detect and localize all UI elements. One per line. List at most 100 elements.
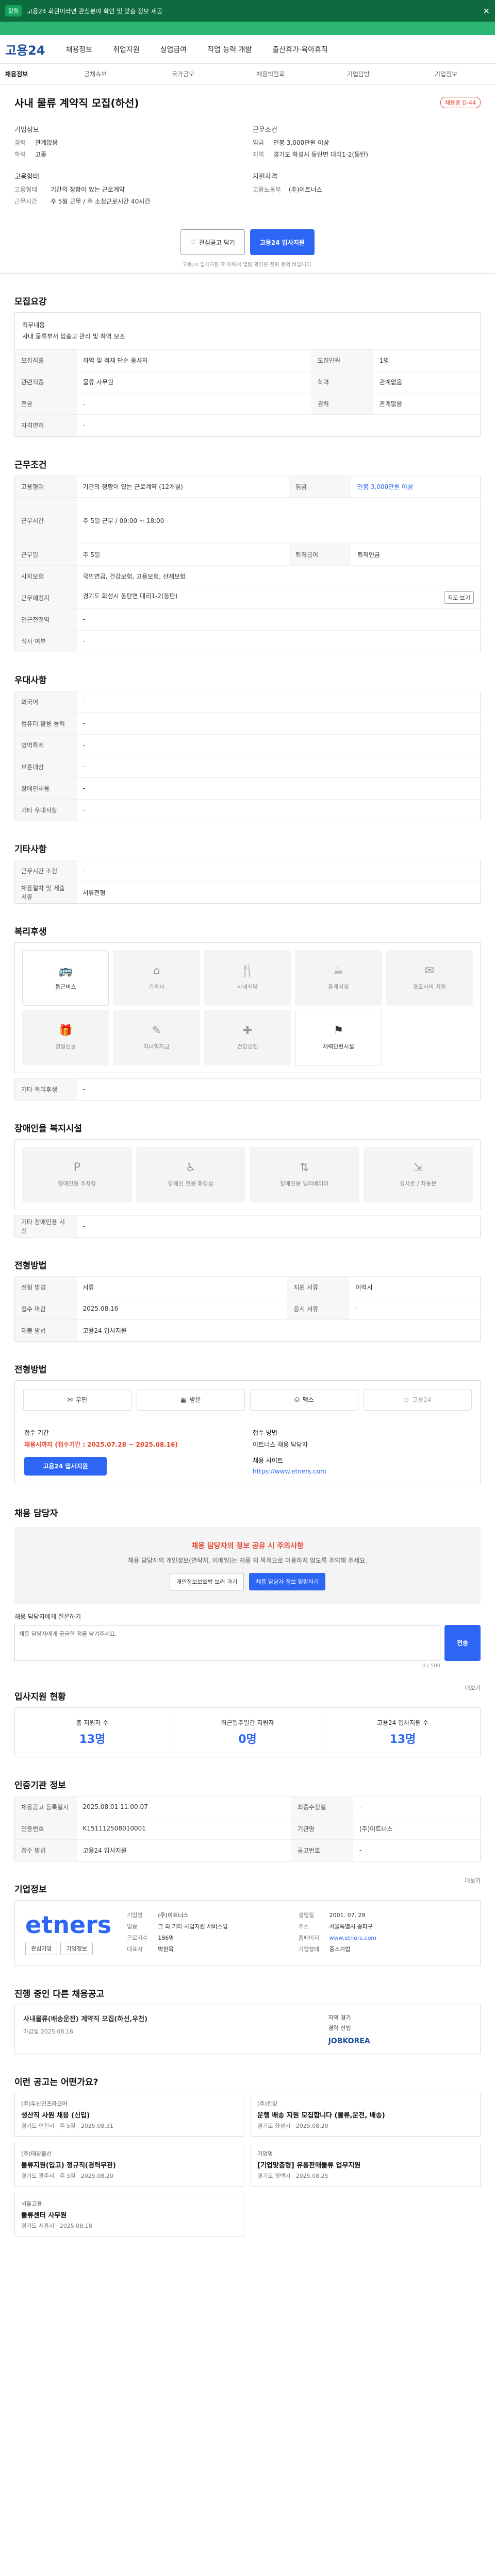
kv-key: 홈페이지 [298,1934,320,1941]
banner-tag: 알림 [5,5,22,16]
similar-card[interactable]: (주)한양 운행 배송 지원 모집합니다 (물류,운전, 배송) 경기도 화성시 ·… [251,2092,481,2137]
kv-val: 2025.08.01 11:00:07 [76,1795,291,1818]
kv-key: 지역 [253,151,265,158]
follow-company-button[interactable]: 관심기업 [25,1941,58,1955]
ongoing-title[interactable]: 사내물류(배송운전) 계약직 모집(하선,우천) [23,2013,310,2023]
kv-val: 고용24 입사지원 [76,1839,291,1861]
gnb-item-benefit[interactable]: 실업급여 [160,44,187,55]
close-icon[interactable]: ✕ [483,6,490,16]
kv-val: - [349,1297,481,1320]
welfare-grid: 🚌 통근버스 ⌂ 기숙사 🍴 사내식당 ☕ 휴게시설 ✉ 경조사비 지원 🎁 명절선물 ✎ 자… [15,943,480,1073]
kv-key: 모집인원 [311,349,373,371]
info-row: 지역 경기 [328,2013,472,2022]
company-info-button[interactable]: 기업정보 [60,1941,93,1955]
company-head: 기업정보 더보기 [14,1861,481,1900]
card-company: 서울고용 [21,2200,42,2207]
char-count: 0 / 500 [422,1663,440,1669]
apply-label: 채용 사이트 [253,1456,284,1464]
kv-val: - [76,734,481,756]
ongoing-date: 마감일 2025.08.16 [23,2028,73,2035]
gnb-item-leave[interactable]: 출산휴가·육아휴직 [272,44,328,55]
map-button[interactable]: 지도 보기 [444,591,474,604]
kv-key: 근로자수 [127,1934,148,1941]
apply-site-link[interactable]: https://www.etners.com [253,1468,471,1475]
section-title: 근무조건 [14,460,47,470]
kv-key: 제출 방법 [14,1319,77,1342]
welfare-label: 명절선물 [55,1043,76,1050]
kv-key: 근무시간 [14,497,77,544]
kv-val[interactable]: www.etners.com [329,1935,377,1941]
kv-row: 고용형태 기간의 정함이 있는 근로계약 [14,185,242,194]
stat-item: 고용24 입사지원 수 13명 [325,1708,480,1757]
welfare-item: ☕ 휴게시설 [295,950,382,1006]
kv-val: 경기도 화성시 동탄면 대리1-2(동탄) [82,592,178,600]
subnav-item[interactable]: 기업탐방 [315,70,402,78]
card-title: 운행 배송 지원 모집합니다 (물류,운전, 배송) [257,2111,385,2120]
recruit-box: 직무내용 사내 물류부서 입출고 관리 및 하역 보조 모집직종 하역 및 적재 … [14,312,481,437]
subnav-item[interactable]: 국가공모 [139,70,227,78]
kv-val: 국민연금, 건강보험, 고용보험, 산재보험 [76,565,481,587]
stat-value: 13명 [79,1733,106,1746]
stat-label: 고용24 입사지원 수 [376,1719,429,1726]
welfare-item: ✚ 건강검진 [204,1009,291,1065]
kv-key: 외국어 [14,690,77,713]
more-link[interactable]: 더보기 [465,1876,481,1885]
kv-val: 중소기업 [329,1945,351,1953]
privacy-law-button[interactable]: 개인정보보호법 보러 가기 [169,1572,244,1590]
kv-row: 고용노동부 (주)이트너스 [253,185,481,194]
kv-val: 퇴직연금 [351,543,481,566]
gnb-item-support[interactable]: 취업지원 [113,44,140,55]
kv-key: 기업명 [127,1911,143,1919]
card-company: 기업명 [257,2150,273,2157]
send-button[interactable]: 전송 [444,1624,481,1661]
site-logo[interactable]: 고용24 [5,40,45,58]
kv-val: (주)이트너스 [158,1911,189,1919]
gnb-item-jobs[interactable]: 채용정보 [66,44,93,55]
similar-card[interactable]: (주)두산인프라코어 생산직 사원 채용 (신입) 경기도 인천시 · 주 5일 ·… [14,2092,244,2137]
apply-grid: 접수 기간 채용시까지 (접수기간 : 2025.07.28 ~ 2025.08… [15,1419,480,1485]
card-meta: 경기도 화성시 · 2025.08.20 [257,2122,328,2129]
kv-val: 서류 [76,1276,288,1298]
info-row: 주소 서울특별시 송파구 [299,1922,470,1930]
welfare-item: 🍴 사내식당 [204,950,291,1006]
card-title: 물류지원(입고) 정규직(경력무관) [21,2161,116,2170]
kv-val: - [76,630,481,652]
welfare-label: 건강검진 [237,1043,258,1050]
kv-key: 업종 [127,1923,138,1930]
question-input[interactable] [14,1624,440,1661]
similar-card[interactable]: 서울고용 물류센터 사무원 경기도 시흥시 · 2025.08.18 [14,2192,244,2236]
ongoing-card[interactable]: 사내물류(배송운전) 계약직 모집(하선,우천) 마감일 2025.08.16 … [14,2004,481,2054]
disabled-item: P 장애인용 주차장 [22,1146,132,1202]
welfare-item: 🎁 명절선물 [22,1009,109,1065]
kv-key: 접수 마감 [14,1297,77,1320]
apply-label: 접수 기간 [24,1429,49,1436]
similar-card[interactable]: 기업명 [기업맞춤형] 유통판매물류 업무지원 경기도 평택시 · 2025.08.… [251,2142,481,2187]
apply-button[interactable]: 고용24 입사지원 [250,229,315,255]
gnb-item-training[interactable]: 직업 능력 개발 [207,44,252,55]
summary-title: 지원자격 [253,173,277,181]
apply-online-button[interactable]: 고용24 입사지원 [24,1456,107,1476]
info-row: 경력 신입 [328,2024,472,2032]
similar-card[interactable]: (주)태광물산 물류지원(입고) 정규직(경력무관) 경기도 광주시 · 주 5일 … [14,2142,244,2187]
kv-val: - [76,690,481,713]
subnav-item[interactable]: 채용박람회 [227,70,315,78]
job-title: 사내 물류 계약직 모집(하선) [14,97,139,109]
kv-val: 그 외 기타 사업지원 서비스업 [158,1923,228,1930]
kv-key: 기타 복리후생 [14,1078,77,1100]
scrap-button[interactable]: ♡ 관심공고 담기 [180,229,245,255]
job-title-row: 사내 물류 계약직 모집(하선) 채용중 D-44 [14,95,481,110]
warn-buttons: 개인정보보호법 보러 가기 채용 담당자 정보 열람하기 [28,1572,467,1590]
view-contact-button[interactable]: 채용 담당자 정보 열람하기 [249,1572,326,1590]
subnav-item[interactable]: 공채속보 [52,70,139,78]
stat-value: 0명 [238,1733,257,1746]
apply-note: 고용24 입사지원 후 이력서 열람 확인은 전화 문의 바랍니다. [182,262,313,268]
more-link[interactable]: 더보기 [465,1684,481,1692]
subnav-item[interactable]: 기업정보 [402,70,490,78]
kv-val: - [77,414,480,436]
kv-key: 퇴직급여 [289,543,351,566]
info-row: 근로자수 186명 [127,1934,298,1942]
stat-label: 최근일주일간 지원자 [221,1719,274,1726]
rest-icon: ☕ [333,964,344,978]
subnav-title[interactable]: 채용정보 [5,70,52,78]
job-desc: 직무내용 사내 물류부서 입출고 관리 및 하역 보조 [15,313,480,349]
